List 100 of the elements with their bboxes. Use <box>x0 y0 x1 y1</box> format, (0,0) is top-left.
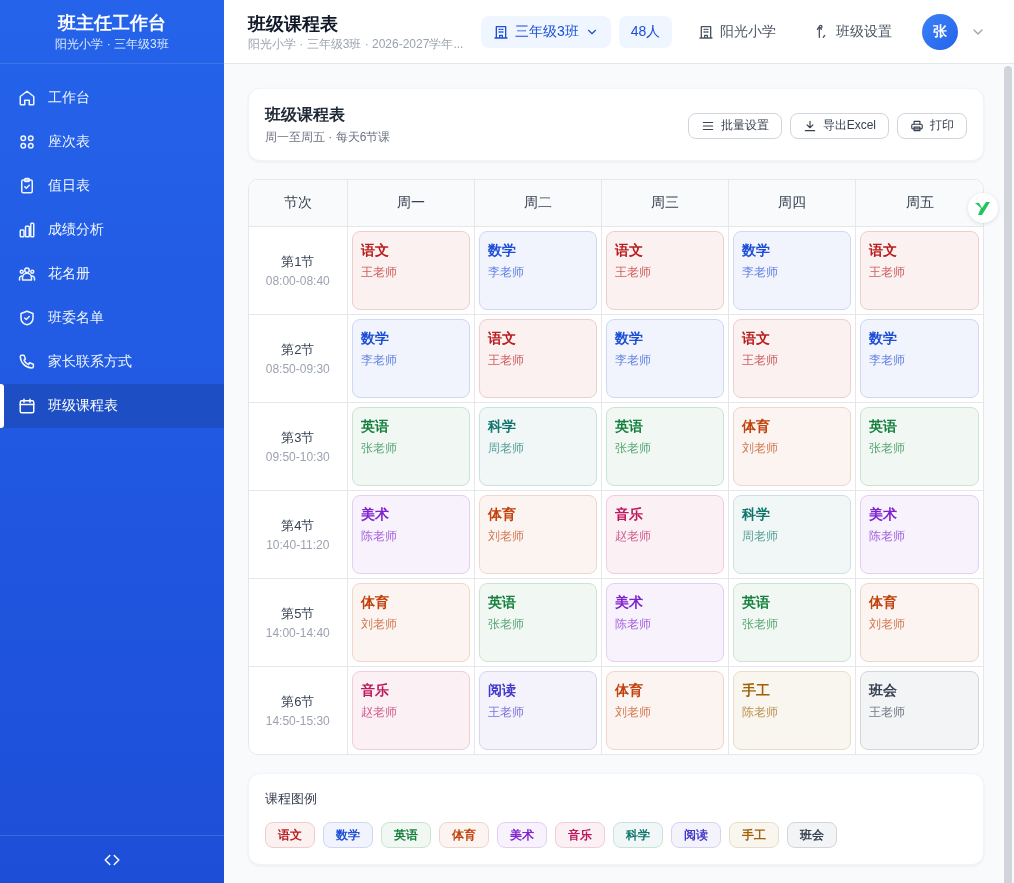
class-selector[interactable]: 三年级3班 <box>481 15 611 48</box>
sidebar-item[interactable]: 工作台 <box>0 76 224 120</box>
period-time: 14:50-15:30 <box>264 712 331 730</box>
subject-name: 音乐 <box>614 505 644 524</box>
teacher-name: 陈老师 <box>742 704 780 721</box>
toolbar-button[interactable]: 批量设置 <box>687 112 782 139</box>
course-card[interactable]: 科学 周老师 <box>478 407 597 486</box>
teacher-name: 周老师 <box>742 528 780 545</box>
course-card[interactable]: 英语 张老师 <box>478 583 597 662</box>
course-card[interactable]: 音乐 赵老师 <box>605 495 725 574</box>
course-card[interactable]: 语文 王老师 <box>605 231 725 310</box>
teacher-name: 赵老师 <box>614 528 652 545</box>
course-card[interactable]: 英语 张老师 <box>351 407 470 486</box>
subject-name: 英语 <box>869 417 899 436</box>
course-card[interactable]: 语文 王老师 <box>733 319 852 398</box>
sidebar-item[interactable]: 班级课程表 <box>0 384 224 428</box>
subject-name: 数学 <box>742 241 772 260</box>
course-card[interactable]: 班会 王老师 <box>860 671 979 750</box>
subject-name: 数学 <box>360 329 390 348</box>
teacher-name: 李老师 <box>360 352 398 369</box>
subject-name: 数学 <box>869 329 899 348</box>
course-card[interactable]: 体育 刘老师 <box>351 583 470 662</box>
subject-name: 语文 <box>742 329 772 348</box>
column-header: 周三 <box>601 180 729 227</box>
subject-name: 英语 <box>360 417 390 436</box>
toolbar-button[interactable]: 打印 <box>897 112 967 139</box>
period-label: 第3节 <box>280 428 316 447</box>
course-card[interactable]: 美术 陈老师 <box>860 495 979 574</box>
course-card[interactable]: 英语 张老师 <box>733 583 852 662</box>
bar-chart-icon <box>18 221 36 239</box>
user-avatar[interactable]: 张 <box>922 13 959 50</box>
course-card[interactable]: 数学 李老师 <box>351 319 470 398</box>
card-subtitle: 周一至周五 · 每天6节课 <box>265 129 391 146</box>
school-link[interactable]: 阳光小学 <box>686 15 789 48</box>
course-card[interactable]: 英语 张老师 <box>605 407 725 486</box>
column-header: 周四 <box>728 180 856 227</box>
teacher-name: 王老师 <box>869 704 907 721</box>
column-header: 周五 <box>855 180 983 227</box>
sidebar-item[interactable]: 座次表 <box>0 120 224 164</box>
calendar-icon <box>18 397 36 415</box>
home-icon <box>18 89 36 107</box>
period-time: 14:00-14:40 <box>264 624 331 642</box>
course-card[interactable]: 手工 陈老师 <box>733 671 852 750</box>
course-card[interactable]: 科学 周老师 <box>733 495 852 574</box>
legend-chip: 阅读 <box>671 822 721 848</box>
subject-name: 体育 <box>614 681 644 700</box>
subject-name: 语文 <box>869 241 899 260</box>
teacher-name: 刘老师 <box>742 440 780 457</box>
sidebar-item[interactable]: 班委名单 <box>0 296 224 340</box>
teacher-name: 李老师 <box>869 352 907 369</box>
card-title: 班级课程表 <box>265 105 346 125</box>
subject-name: 美术 <box>869 505 899 524</box>
subject-name: 科学 <box>487 417 517 436</box>
shield-check-icon <box>18 309 36 327</box>
course-card[interactable]: 美术 陈老师 <box>351 495 470 574</box>
course-card[interactable]: 语文 王老师 <box>478 319 597 398</box>
floating-button[interactable] <box>968 193 998 223</box>
course-card[interactable]: 阅读 王老师 <box>478 671 597 750</box>
course-card[interactable]: 英语 张老师 <box>860 407 979 486</box>
sidebar-item[interactable]: 成绩分析 <box>0 208 224 252</box>
teacher-name: 刘老师 <box>487 528 525 545</box>
course-card[interactable]: 体育 刘老师 <box>605 671 725 750</box>
course-card[interactable]: 数学 李老师 <box>478 231 597 310</box>
subject-name: 体育 <box>869 593 899 612</box>
subject-name: 数学 <box>614 329 644 348</box>
sidebar-item[interactable]: 值日表 <box>0 164 224 208</box>
teacher-name: 陈老师 <box>614 616 652 633</box>
teacher-name: 张老师 <box>487 616 525 633</box>
legend-chip: 音乐 <box>555 822 605 848</box>
teacher-name: 陈老师 <box>360 528 398 545</box>
app-subtitle: 阳光小学 · 三年级3班 <box>55 35 169 53</box>
course-card[interactable]: 音乐 赵老师 <box>351 671 470 750</box>
building-icon <box>698 23 715 40</box>
course-card[interactable]: 数学 李老师 <box>860 319 979 398</box>
course-card[interactable]: 美术 陈老师 <box>605 583 725 662</box>
page-subtitle: 阳光小学 · 三年级3班 · 2026-2027学年... <box>248 35 465 52</box>
sidebar-item[interactable]: 花名册 <box>0 252 224 296</box>
subject-name: 阅读 <box>487 681 517 700</box>
teacher-name: 张老师 <box>742 616 780 633</box>
course-card[interactable]: 体育 刘老师 <box>733 407 852 486</box>
class-settings-link[interactable]: 班级设置 <box>802 15 905 48</box>
course-card[interactable]: 数学 李老师 <box>733 231 852 310</box>
course-card[interactable]: 语文 王老师 <box>860 231 979 310</box>
legend-chip: 体育 <box>439 822 489 848</box>
course-card[interactable]: 数学 李老师 <box>605 319 725 398</box>
student-count-badge: 48人 <box>618 15 673 48</box>
teacher-name: 王老师 <box>360 264 398 281</box>
teacher-name: 王老师 <box>869 264 907 281</box>
sidebar-item[interactable]: 家长联系方式 <box>0 340 224 384</box>
teacher-name: 王老师 <box>487 352 525 369</box>
toolbar-button[interactable]: 导出Excel <box>789 112 889 139</box>
course-card[interactable]: 语文 王老师 <box>351 231 470 310</box>
subject-name: 体育 <box>487 505 517 524</box>
subject-name: 科学 <box>742 505 772 524</box>
subject-name: 体育 <box>360 593 390 612</box>
scrollbar[interactable] <box>1004 66 1012 883</box>
course-card[interactable]: 体育 刘老师 <box>478 495 597 574</box>
legend-chip: 语文 <box>265 822 315 848</box>
period-label: 第6节 <box>280 692 316 711</box>
course-card[interactable]: 体育 刘老师 <box>860 583 979 662</box>
